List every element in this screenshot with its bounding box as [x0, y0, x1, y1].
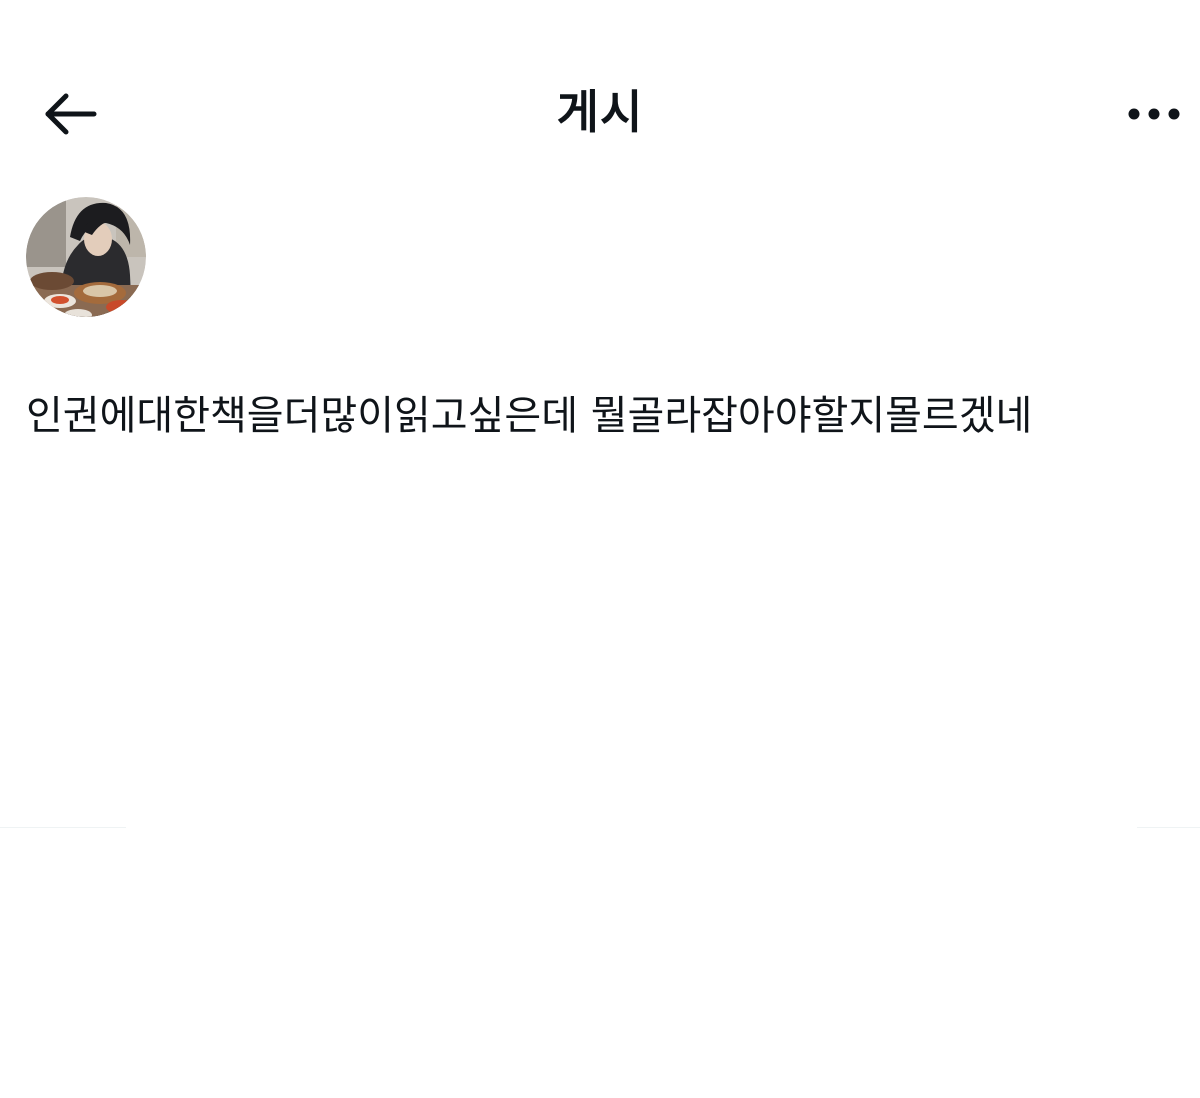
avatar[interactable]: [26, 197, 146, 317]
post-text: 인권에대한책을더많이읽고싶은데 뭘골라잡아야할지몰르겠네: [26, 393, 1033, 439]
user-avatar-photo: [26, 197, 146, 317]
divider: [0, 827, 126, 828]
more-horizontal-icon: [1128, 108, 1180, 120]
page-title: 게시: [556, 85, 644, 139]
top-app-bar: 게시: [0, 60, 1200, 170]
more-options-button[interactable]: [1120, 92, 1190, 136]
divider: [1137, 827, 1200, 828]
